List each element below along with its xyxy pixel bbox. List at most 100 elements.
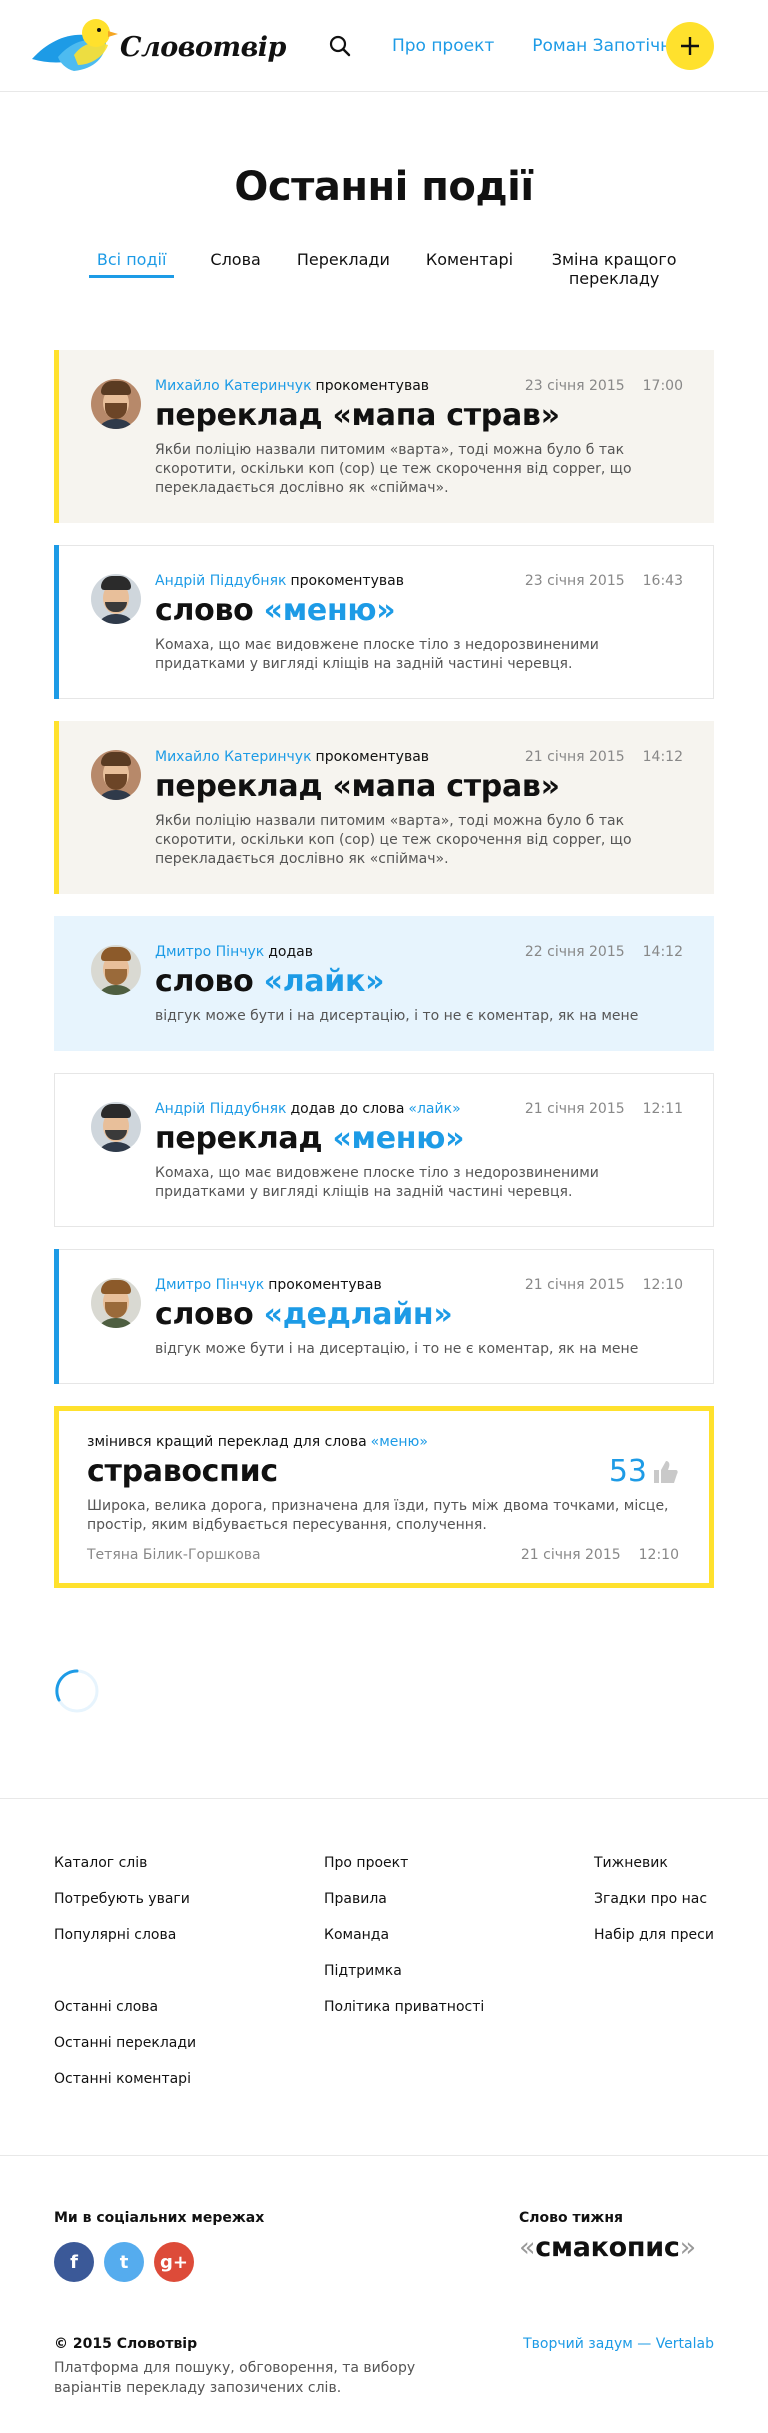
card-accent-bar [54,545,59,699]
event-heading[interactable]: переклад «меню» [155,1122,683,1156]
footer-link[interactable]: Останні коментарі [54,2069,324,2105]
event-text: Якби поліцію назвали питомим «варта», то… [155,442,632,496]
best-date: 21 січня 2015 [520,1547,621,1563]
card-accent-bar [54,350,59,523]
footer-links: Каталог слів Потребують уваги Популярні … [0,1798,768,2155]
word-of-week-label: Слово тижня [519,2210,624,2226]
event-action: додав до слова [290,1101,405,1117]
event-time: 12:11 [642,1101,683,1117]
best-translation-card[interactable]: змінився кращий переклад для слова «меню… [54,1406,714,1588]
author-link[interactable]: Михайло Катеринчук [155,377,312,395]
google-plus-icon[interactable]: g+ [154,2242,194,2282]
event-action: прокоментував [268,1277,382,1293]
footer-col-catalog: Каталог слів Потребують уваги Популярні … [54,1853,324,2105]
event-heading[interactable]: переклад «мапа страв» [155,399,683,433]
event-heading[interactable]: переклад «мапа страв» [155,770,683,804]
event-time: 17:00 [642,378,683,394]
avatar[interactable] [91,1278,141,1328]
avatar[interactable] [91,379,141,429]
word-tag-link[interactable]: «меню» [371,1433,428,1451]
event-action: прокоментував [315,749,430,765]
event-date: 21 січня 2015 [524,1101,625,1117]
event-heading[interactable]: слово «лайк» [155,965,683,999]
event-text: відгук може бути і на дисертацію, і то н… [155,1008,639,1024]
facebook-icon[interactable]: f [54,2242,94,2282]
logo[interactable]: Словотвір [28,11,286,81]
event-date: 23 січня 2015 [524,573,625,589]
footer-link[interactable]: Каталог слів [54,1853,324,1889]
event-time: 16:43 [642,573,683,589]
events-feed: Михайло Катеринчук прокоментував 23 січн… [54,350,714,1718]
footer-link[interactable]: Правила [324,1889,594,1925]
event-card[interactable]: Дмитро Пінчук додав 22 січня 2015 14:12 … [54,916,714,1051]
tab-all-events[interactable]: Всі події [88,250,175,300]
card-accent-bar [54,1249,59,1384]
avatar[interactable] [91,945,141,995]
word-tag-link[interactable]: «лайк» [408,1100,460,1118]
thumbs-up-icon[interactable] [653,1459,679,1485]
avatar[interactable] [91,574,141,624]
event-action: додав [268,944,314,960]
event-action: прокоментував [290,573,404,589]
event-text: Якби поліцію назвали питомим «варта», то… [155,813,632,867]
footer-link[interactable]: Про проект [324,1853,594,1889]
event-time: 12:10 [642,1277,683,1293]
avatar[interactable] [91,750,141,800]
event-heading[interactable]: слово «дедлайн» [155,1298,683,1332]
nav-about-link[interactable]: Про проект [392,36,494,56]
twitter-icon[interactable]: t [104,2242,144,2282]
author-link[interactable]: Дмитро Пінчук [155,943,264,961]
footer-link[interactable]: Останні переклади [54,2033,324,2069]
event-date: 22 січня 2015 [524,944,625,960]
tab-words[interactable]: Слова [210,250,260,300]
footer-link[interactable]: Політика приватності [324,1997,594,2033]
author-link[interactable]: Михайло Катеринчук [155,748,312,766]
footer-link[interactable]: Набір для преси [594,1925,714,1961]
vote-count: 53 [608,1454,647,1489]
event-action: прокоментував [315,378,430,394]
logo-text: Словотвір [120,32,286,63]
card-accent-bar [54,721,59,894]
event-heading[interactable]: слово «меню» [155,594,683,628]
author-link[interactable]: Дмитро Пінчук [155,1276,264,1294]
footer-social: Ми в соціальних мережах f t g+ Слово тиж… [0,2155,768,2282]
search-button[interactable] [326,32,354,60]
events-tabs: Всі події Слова Переклади Коментарі Змін… [0,250,768,300]
event-time: 14:12 [642,749,683,765]
vote-counter: 53 [609,1454,679,1489]
loading-spinner-icon [55,1669,99,1713]
author-link[interactable]: Андрій Піддубняк [155,1100,286,1118]
event-card[interactable]: Андрій Піддубняк додав до слова «лайк» 2… [54,1073,714,1227]
best-author[interactable]: Тетяна Білик-Горшкова [87,1547,261,1563]
event-card[interactable]: Андрій Піддубняк прокоментував 23 січня … [54,545,714,699]
credit-link[interactable]: Творчий задум — Vertalab [523,2336,714,2398]
event-text: Комаха, що має видовжене плоске тіло з н… [155,1165,599,1200]
tab-comments[interactable]: Коментарі [426,250,513,300]
event-card[interactable]: Дмитро Пінчук прокоментував 21 січня 201… [54,1249,714,1384]
event-card[interactable]: Михайло Катеринчук прокоментував 21 січн… [54,721,714,894]
footer-link[interactable]: Останні слова [54,1997,324,2033]
author-link[interactable]: Андрій Піддубняк [155,572,286,590]
event-date: 21 січня 2015 [524,749,625,765]
best-translation-text: Широка, велика дорога, призначена для їз… [87,1498,669,1533]
social-title: Ми в соціальних мережах [54,2210,265,2226]
page-title: Останні події [234,164,534,210]
footer-link[interactable]: Підтримка [324,1961,594,1997]
tab-best-translation-change[interactable]: Зміна кращого перекладу [549,250,679,300]
copyright: © 2015 Словотвір [54,2336,198,2352]
footer-link[interactable]: Згадки про нас [594,1889,714,1925]
footer-col-press: Тижневик Згадки про нас Набір для преси [594,1853,714,2105]
footer-link[interactable]: Тижневик [594,1853,714,1889]
avatar[interactable] [91,1102,141,1152]
footer-link[interactable]: Популярні слова [54,1925,324,1961]
footer-link[interactable]: Потребують уваги [54,1889,324,1925]
footer-col-about: Про проект Правила Команда Підтримка Пол… [324,1853,594,2105]
tab-translations[interactable]: Переклади [297,250,390,300]
footer-link[interactable]: Команда [324,1925,594,1961]
event-card[interactable]: Михайло Катеринчук прокоментував 23 січн… [54,350,714,523]
site-description: Платформа для пошуку, обговорення, та ви… [54,2360,416,2396]
add-button[interactable] [666,22,714,70]
word-of-week-link[interactable]: «смакопис» [519,2232,714,2263]
bird-logo-icon [32,18,118,71]
best-translation-title[interactable]: стравоспис [87,1455,278,1489]
